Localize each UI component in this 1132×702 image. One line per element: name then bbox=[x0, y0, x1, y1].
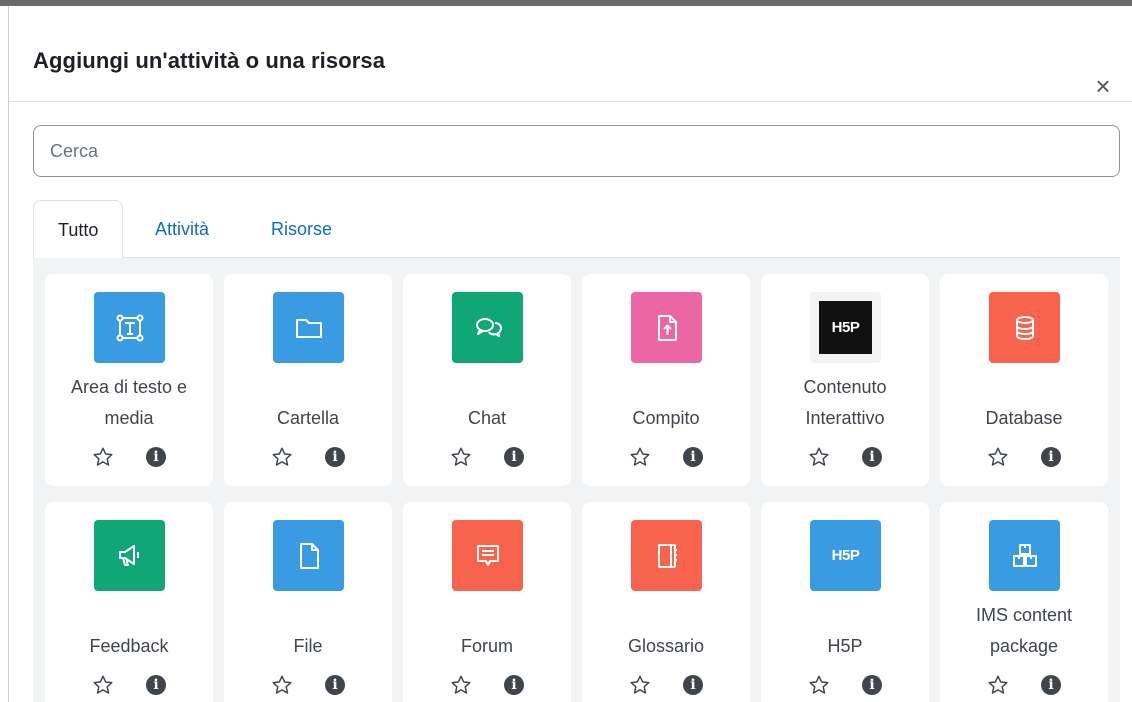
info-icon[interactable]: i bbox=[325, 675, 345, 695]
search-box bbox=[33, 125, 1120, 177]
tab-resources[interactable]: Risorse bbox=[247, 200, 356, 258]
modal-title: Aggiungi un'attività o una risorsa bbox=[33, 48, 386, 73]
info-icon[interactable]: i bbox=[146, 447, 166, 467]
text-media-icon bbox=[94, 292, 165, 363]
activity-label: Cartella bbox=[276, 408, 340, 428]
activity-card-text-media[interactable]: Area di testo e media i bbox=[45, 274, 213, 486]
star-icon[interactable] bbox=[450, 674, 472, 696]
database-icon bbox=[989, 292, 1060, 363]
star-icon[interactable] bbox=[92, 674, 114, 696]
activity-card-forum[interactable]: Forum i bbox=[403, 502, 571, 702]
package-icon bbox=[989, 520, 1060, 591]
star-icon[interactable] bbox=[271, 674, 293, 696]
activity-card-h5p[interactable]: H5P H5P i bbox=[761, 502, 929, 702]
activity-label: IMS content package bbox=[975, 605, 1073, 656]
activity-grid: Area di testo e media i Cartella i Chat … bbox=[33, 258, 1120, 702]
activity-label: Area di testo e media bbox=[70, 377, 188, 428]
star-icon[interactable] bbox=[629, 446, 651, 468]
activity-card-file[interactable]: File i bbox=[224, 502, 392, 702]
activity-card-interactive-content[interactable]: H5P Contenuto Interattivo i bbox=[761, 274, 929, 486]
info-icon[interactable]: i bbox=[504, 675, 524, 695]
h5p-logo-icon: H5P bbox=[810, 292, 881, 363]
activity-card-feedback[interactable]: Feedback i bbox=[45, 502, 213, 702]
chat-bubbles-icon bbox=[452, 292, 523, 363]
h5p-logo-icon: H5P bbox=[810, 520, 881, 591]
modal-header: Aggiungi un'attività o una risorsa × bbox=[9, 6, 1132, 102]
activity-label: Glossario bbox=[627, 636, 705, 656]
star-icon[interactable] bbox=[987, 446, 1009, 468]
activity-card-chat[interactable]: Chat i bbox=[403, 274, 571, 486]
info-icon[interactable]: i bbox=[1041, 675, 1061, 695]
info-icon[interactable]: i bbox=[862, 447, 882, 467]
activity-label: Compito bbox=[632, 408, 700, 428]
star-icon[interactable] bbox=[808, 674, 830, 696]
category-tabs: Tutto Attività Risorse bbox=[33, 200, 1120, 259]
activity-card-assignment[interactable]: Compito i bbox=[582, 274, 750, 486]
info-icon[interactable]: i bbox=[862, 675, 882, 695]
activity-card-folder[interactable]: Cartella i bbox=[224, 274, 392, 486]
info-icon[interactable]: i bbox=[325, 447, 345, 467]
tab-activities[interactable]: Attività bbox=[131, 200, 233, 258]
activity-label: Forum bbox=[460, 636, 513, 656]
tab-all[interactable]: Tutto bbox=[33, 200, 124, 259]
activity-label: Chat bbox=[467, 408, 507, 428]
activity-card-glossary[interactable]: Glossario i bbox=[582, 502, 750, 702]
assignment-upload-icon bbox=[631, 292, 702, 363]
star-icon[interactable] bbox=[450, 446, 472, 468]
megaphone-icon bbox=[94, 520, 165, 591]
search-input[interactable] bbox=[34, 126, 1119, 176]
activity-card-database[interactable]: Database i bbox=[940, 274, 1108, 486]
info-icon[interactable]: i bbox=[146, 675, 166, 695]
activity-label: Feedback bbox=[89, 636, 169, 656]
info-icon[interactable]: i bbox=[504, 447, 524, 467]
file-icon bbox=[273, 520, 344, 591]
folder-icon bbox=[273, 292, 344, 363]
star-icon[interactable] bbox=[629, 674, 651, 696]
glossary-book-icon bbox=[631, 520, 702, 591]
activity-label: File bbox=[293, 636, 323, 656]
activity-label: Database bbox=[985, 408, 1063, 428]
forum-icon bbox=[452, 520, 523, 591]
star-icon[interactable] bbox=[271, 446, 293, 468]
star-icon[interactable] bbox=[808, 446, 830, 468]
star-icon[interactable] bbox=[92, 446, 114, 468]
add-activity-modal: Aggiungi un'attività o una risorsa × Tut… bbox=[8, 6, 1132, 702]
activity-label: H5P bbox=[827, 636, 863, 656]
activity-label: Contenuto Interattivo bbox=[803, 377, 887, 428]
info-icon[interactable]: i bbox=[1041, 447, 1061, 467]
activity-card-ims-package[interactable]: IMS content package i bbox=[940, 502, 1108, 702]
star-icon[interactable] bbox=[987, 674, 1009, 696]
close-icon[interactable]: × bbox=[1091, 73, 1115, 100]
info-icon[interactable]: i bbox=[683, 675, 703, 695]
info-icon[interactable]: i bbox=[683, 447, 703, 467]
